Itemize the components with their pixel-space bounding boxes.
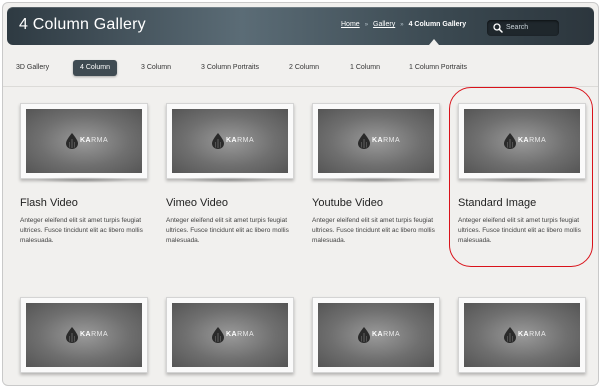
card-description: Anteger eleifend elit sit amet turpis fe… (312, 217, 435, 244)
karma-drop-icon (358, 327, 370, 343)
card-title[interactable]: Vimeo Video (166, 197, 228, 209)
thumbnail-placeholder: KARMA (318, 109, 434, 173)
card-title[interactable]: Flash Video (20, 197, 78, 209)
karma-wordmark: KARMA (372, 331, 401, 338)
thumbnail-image[interactable]: KARMA (312, 297, 440, 373)
header-bar: 4 Column Gallery Home » Gallery » 4 Column G… (7, 7, 594, 45)
karma-drop-icon (212, 133, 224, 149)
breadcrumb-current: 4 Column Gallery (408, 21, 467, 28)
thumbnail-image[interactable]: KARMA (166, 103, 294, 179)
karma-wordmark: KARMA (80, 137, 109, 144)
page-title: 4 Column Gallery (19, 16, 146, 33)
thumbnail-placeholder: KARMA (26, 303, 142, 367)
filter-4-column[interactable]: 4 Column (73, 60, 117, 76)
breadcrumb: Home » Gallery » 4 Column Gallery (341, 21, 466, 28)
karma-wordmark: KARMA (372, 137, 401, 144)
thumbnail-image[interactable]: KARMA (20, 103, 148, 179)
card-description: Anteger eleifend elit sit amet turpis fe… (20, 217, 143, 244)
breadcrumb-caret-icon (429, 39, 439, 45)
search-input[interactable]: Search (487, 20, 559, 36)
thumbnail-shadow (326, 177, 424, 183)
search-placeholder: Search (506, 24, 529, 31)
gallery-filter-bar: 3D Gallery 4 Column 3 Column 3 Column Po… (3, 59, 598, 77)
karma-wordmark: KARMA (226, 331, 255, 338)
karma-drop-icon (212, 327, 224, 343)
filter-3-column-portraits[interactable]: 3 Column Portraits (201, 61, 259, 75)
karma-wordmark: KARMA (518, 331, 547, 338)
thumbnail-placeholder: KARMA (464, 303, 580, 367)
card-description: Anteger eleifend elit sit amet turpis fe… (166, 217, 289, 244)
filter-1-column[interactable]: 1 Column (350, 61, 380, 75)
thumbnail-placeholder: KARMA (172, 109, 288, 173)
filter-2-column[interactable]: 2 Column (289, 61, 319, 75)
search-icon (493, 23, 503, 33)
karma-drop-icon (66, 133, 78, 149)
thumbnail-image[interactable]: KARMA (458, 297, 586, 373)
filter-3-column[interactable]: 3 Column (141, 61, 171, 75)
breadcrumb-separator: » (400, 22, 404, 28)
card-title[interactable]: Youtube Video (312, 197, 383, 209)
thumbnail-image[interactable]: KARMA (20, 297, 148, 373)
thumbnail-image[interactable]: KARMA (166, 297, 294, 373)
thumbnail-placeholder: KARMA (26, 109, 142, 173)
breadcrumb-separator: » (364, 22, 369, 28)
thumbnail-placeholder: KARMA (172, 303, 288, 367)
thumbnail-shadow (34, 177, 132, 183)
karma-wordmark: KARMA (80, 331, 109, 338)
thumbnail-image[interactable]: KARMA (312, 103, 440, 179)
highlight-annotation (449, 87, 593, 267)
karma-drop-icon (358, 133, 370, 149)
thumbnail-placeholder: KARMA (318, 303, 434, 367)
thumbnail-shadow (180, 177, 278, 183)
breadcrumb-gallery-link[interactable]: Gallery (373, 21, 395, 28)
window-frame: 4 Column Gallery Home » Gallery » 4 Column G… (2, 2, 599, 386)
karma-wordmark: KARMA (226, 137, 255, 144)
filter-3d-gallery[interactable]: 3D Gallery (16, 61, 49, 75)
karma-drop-icon (504, 327, 516, 343)
karma-drop-icon (66, 327, 78, 343)
filter-1-column-portraits[interactable]: 1 Column Portraits (409, 61, 467, 75)
breadcrumb-home-link[interactable]: Home (341, 21, 360, 28)
